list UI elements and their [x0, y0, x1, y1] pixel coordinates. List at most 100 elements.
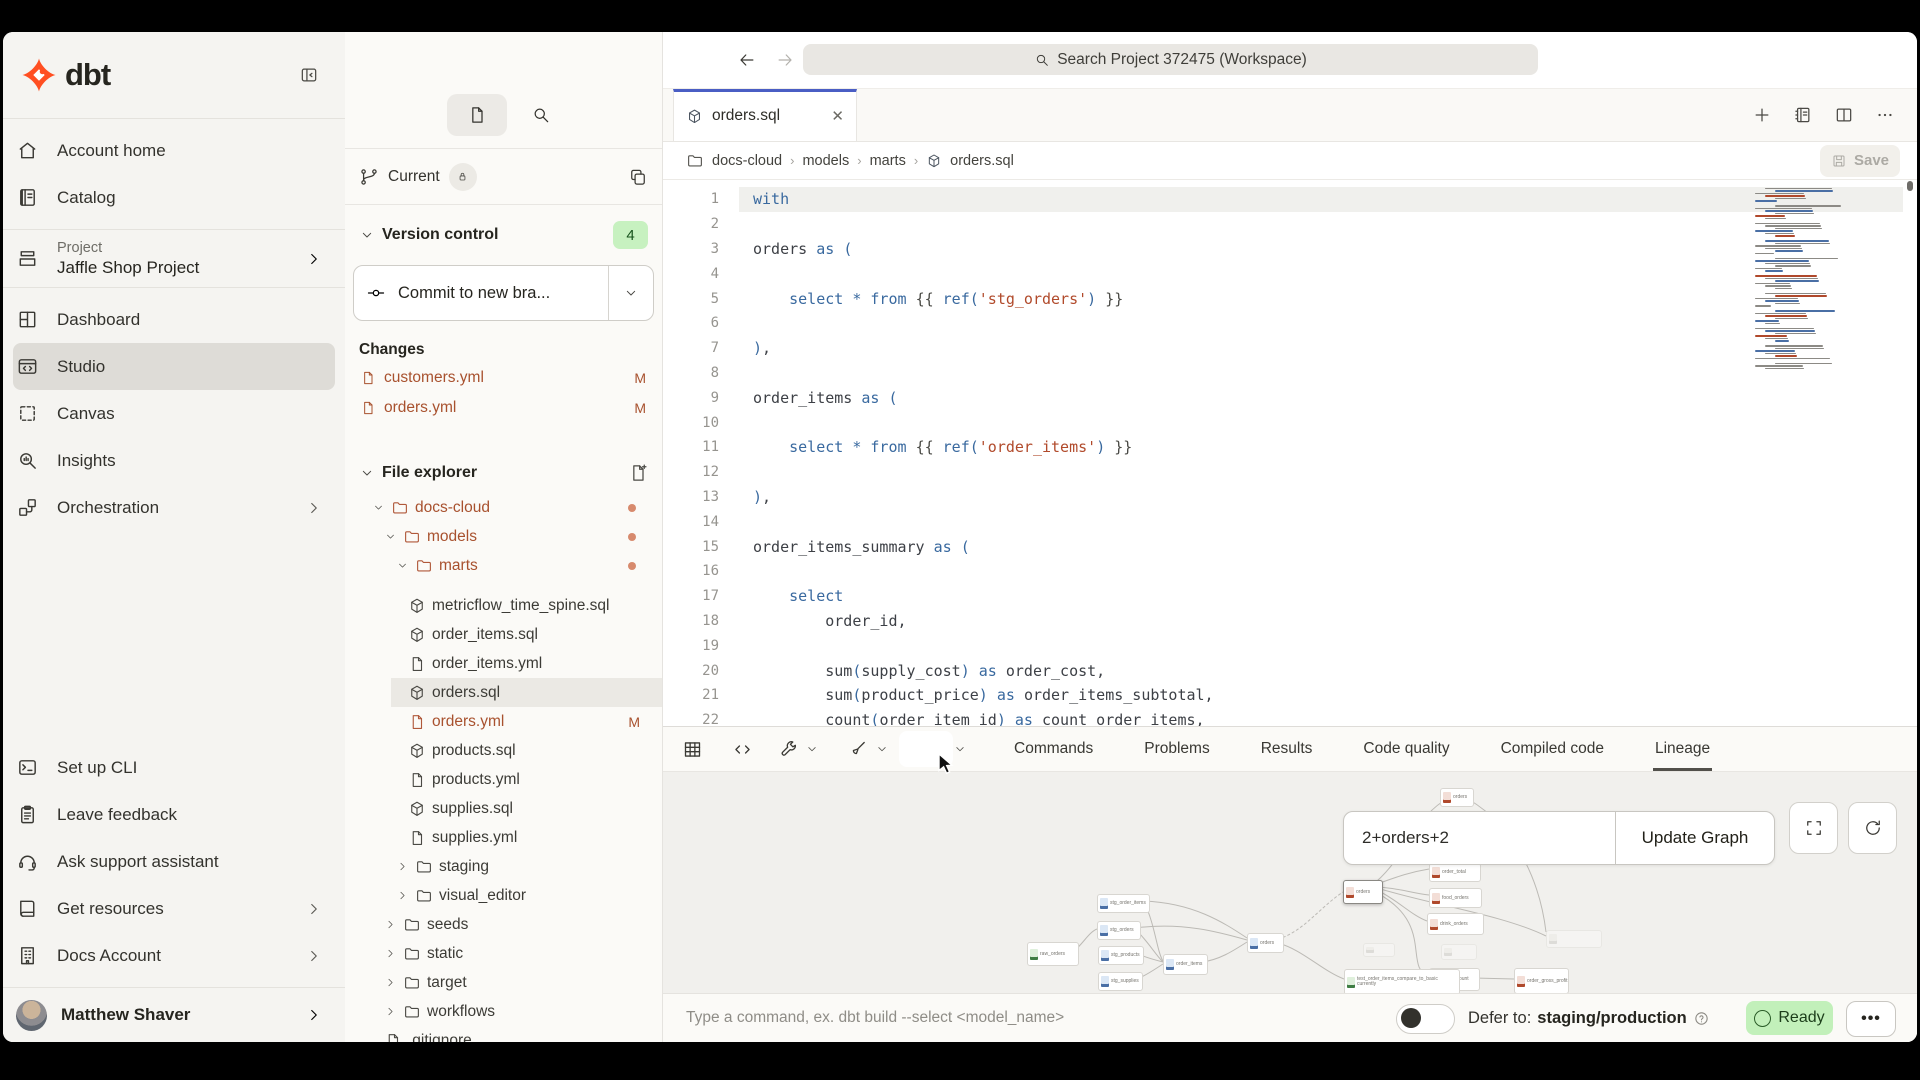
sidebar-item-canvas[interactable]: Canvas: [13, 390, 335, 437]
copy-icon[interactable]: [628, 167, 648, 187]
format-dropdown-icon[interactable]: [875, 742, 889, 756]
format-button[interactable]: [848, 739, 869, 760]
lineage-node-order-total[interactable]: order_total: [1429, 863, 1481, 882]
sidebar-item-leave-feedback[interactable]: Leave feedback: [13, 791, 335, 838]
tree-item-orders-yml[interactable]: orders.ymlM: [345, 707, 662, 736]
changed-file-orders-yml[interactable]: orders.ymlM: [345, 393, 662, 423]
forward-button[interactable]: [771, 46, 799, 74]
lineage-node-orders[interactable]: orders: [1247, 933, 1284, 953]
lineage-canvas[interactable]: raw_orders stg_order_items stg_orders stg_p…: [663, 772, 1917, 993]
build-button[interactable]: [778, 739, 799, 760]
tree-item-target[interactable]: target: [345, 968, 662, 997]
new-tab-button[interactable]: [1752, 105, 1772, 125]
sidebar-item-ask-support-assistant[interactable]: Ask support assistant: [13, 838, 335, 885]
tree-item-order-items-yml[interactable]: order_items.yml: [345, 649, 662, 678]
collapse-sidebar-button[interactable]: [299, 65, 319, 85]
tree-item-visual-editor[interactable]: visual_editor: [345, 881, 662, 910]
panel-tab-results[interactable]: Results: [1259, 727, 1315, 771]
command-bar[interactable]: Type a command, ex. dbt build --select <…: [663, 993, 1917, 1042]
sidebar-project-switcher[interactable]: Project Jaffle Shop Project: [13, 230, 335, 287]
sidebar-item-docs-account[interactable]: Docs Account: [13, 932, 335, 979]
file-explorer-header[interactable]: File explorer: [345, 447, 662, 489]
tree-item-seeds[interactable]: seeds: [345, 910, 662, 939]
version-control-header[interactable]: Version control 4: [345, 205, 662, 255]
minimap[interactable]: [1755, 185, 1851, 367]
lineage-node-stg-orders[interactable]: stg_orders: [1097, 921, 1141, 940]
tab-orders-sql[interactable]: orders.sql ✕: [673, 89, 857, 141]
split-editor-button[interactable]: [1834, 105, 1854, 125]
tree-item-products-yml[interactable]: products.yml: [345, 765, 662, 794]
build-dropdown-icon[interactable]: [805, 742, 819, 756]
user-menu[interactable]: Matthew Shaver: [13, 988, 335, 1042]
tree-item-supplies-yml[interactable]: supplies.yml: [345, 823, 662, 852]
tree-item-static[interactable]: static: [345, 939, 662, 968]
commit-button[interactable]: Commit to new bra...: [353, 265, 654, 321]
tree-item-order-items-sql[interactable]: order_items.sql: [345, 620, 662, 649]
code-editor[interactable]: 12345678910111213141516171819202122 with…: [663, 180, 1917, 726]
panel-tab-compiled-code[interactable]: Compiled code: [1499, 727, 1606, 771]
lineage-node-stg-order-items[interactable]: stg_order_items: [1097, 894, 1150, 913]
lineage-node-raw-orders[interactable]: raw_orders: [1027, 942, 1079, 966]
close-tab-icon[interactable]: ✕: [831, 107, 844, 125]
lineage-node-orders[interactable]: orders: [1343, 880, 1383, 904]
breadcrumb-segment[interactable]: marts: [870, 153, 906, 169]
lineage-node[interactable]: [1363, 943, 1395, 957]
lineage-node-stg-supplies[interactable]: stg_supplies: [1098, 972, 1143, 991]
lineage-node[interactable]: [1441, 944, 1477, 960]
lineage-node-orders[interactable]: orders: [1440, 788, 1474, 807]
save-button[interactable]: Save: [1820, 145, 1900, 177]
update-graph-button[interactable]: Update Graph: [1615, 812, 1774, 864]
back-button[interactable]: [733, 46, 761, 74]
panel-tab-commands[interactable]: Commands: [1012, 727, 1095, 771]
commit-dropdown-button[interactable]: [608, 266, 653, 320]
sidebar-item-studio[interactable]: Studio: [13, 343, 335, 390]
compile-code-button[interactable]: [732, 739, 753, 760]
preview-table-button[interactable]: [682, 739, 703, 760]
sidebar-item-catalog[interactable]: Catalog: [13, 174, 335, 221]
changed-file-customers-yml[interactable]: customers.ymlM: [345, 363, 662, 393]
sidebar-item-dashboard[interactable]: Dashboard: [13, 296, 335, 343]
outline-button[interactable]: [1793, 105, 1813, 125]
panel-tab-lineage[interactable]: Lineage: [1653, 727, 1712, 771]
editor-more-button[interactable]: [1875, 105, 1895, 125]
search-files-button[interactable]: [521, 94, 561, 136]
tree-item-marts[interactable]: marts: [345, 551, 662, 580]
sidebar-item-set-up-cli[interactable]: Set up CLI: [13, 744, 335, 791]
command-more-button[interactable]: •••: [1846, 1001, 1896, 1037]
panel-tab-problems[interactable]: Problems: [1142, 727, 1211, 771]
lineage-selector-input[interactable]: 2+orders+2: [1344, 812, 1615, 864]
lineage-node-food-orders[interactable]: food_orders: [1429, 888, 1482, 908]
tree-item-supplies-sql[interactable]: supplies.sql: [345, 794, 662, 823]
lineage-node-drink-orders[interactable]: drink_orders: [1427, 913, 1484, 935]
tree-item-models[interactable]: models: [345, 522, 662, 551]
tree-item-docs-cloud[interactable]: docs-cloud: [345, 493, 662, 522]
defer-toggle[interactable]: [1396, 1004, 1455, 1034]
tree-item-orders-sql[interactable]: orders.sql: [345, 678, 662, 707]
ai-dropdown-icon[interactable]: [953, 742, 967, 756]
lineage-node-order-items[interactable]: order_items: [1163, 954, 1208, 975]
new-file-icon[interactable]: [628, 463, 648, 483]
sidebar-item-account-home[interactable]: Account home: [13, 127, 335, 174]
tree-item-staging[interactable]: staging: [345, 852, 662, 881]
project-search-bar[interactable]: Search Project 372475 (Workspace): [803, 44, 1538, 75]
tree-item-workflows[interactable]: workflows: [345, 997, 662, 1026]
breadcrumb-segment[interactable]: docs-cloud: [712, 153, 782, 169]
tree-item-products-sql[interactable]: products.sql: [345, 736, 662, 765]
refresh-graph-button[interactable]: [1848, 802, 1897, 854]
lineage-node-stg-products[interactable]: stg_products: [1098, 946, 1144, 965]
sidebar-item-insights[interactable]: Insights: [13, 437, 335, 484]
tree-item-gitignore[interactable]: .gitignore: [345, 1026, 662, 1042]
fullscreen-button[interactable]: [1789, 802, 1838, 854]
breadcrumb-segment[interactable]: models: [802, 153, 849, 169]
lineage-node-order-gross-profit[interactable]: order_gross_profit: [1514, 968, 1569, 993]
lineage-node[interactable]: [1546, 930, 1602, 948]
files-view-button[interactable]: [447, 94, 507, 136]
sidebar-item-orchestration[interactable]: Orchestration: [13, 484, 335, 531]
lineage-node-test-order-items-compare-to-basic-currently[interactable]: test_order_items_compare_to_basic curren…: [1344, 969, 1460, 993]
tree-item-metricflow-time-spine-sql[interactable]: metricflow_time_spine.sql: [345, 591, 662, 620]
panel-tab-code-quality[interactable]: Code quality: [1361, 727, 1451, 771]
help-icon[interactable]: [1693, 1010, 1710, 1027]
breadcrumb-file[interactable]: orders.sql: [950, 153, 1014, 169]
editor-scrollbar[interactable]: [1907, 181, 1913, 191]
sidebar-item-get-resources[interactable]: Get resources: [13, 885, 335, 932]
